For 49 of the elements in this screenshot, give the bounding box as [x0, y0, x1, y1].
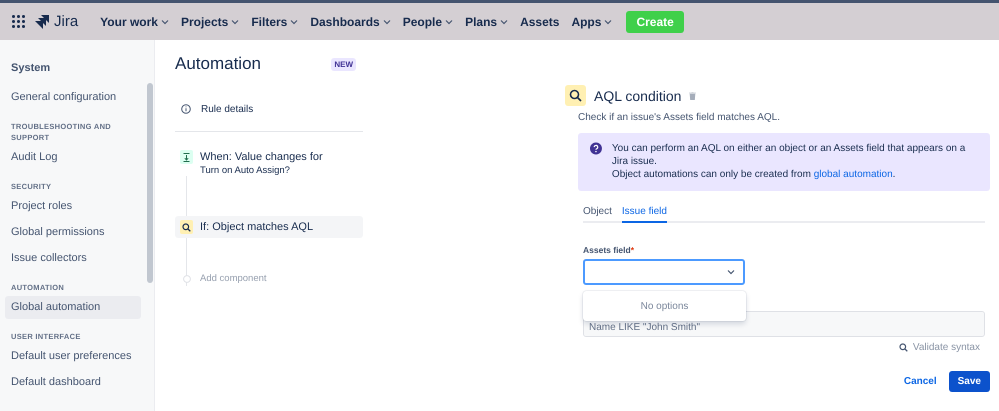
info-icon	[181, 104, 191, 114]
field-label: Assets field*	[583, 245, 636, 255]
save-button[interactable]: Save	[948, 371, 990, 392]
nav-menu[interactable]: Apps	[565, 6, 618, 36]
nav-menu[interactable]: Assets	[514, 6, 566, 36]
search-icon	[565, 85, 586, 106]
nav-menu[interactable]: Projects	[174, 6, 246, 36]
search-icon	[182, 222, 191, 232]
app-grid-icon[interactable]	[12, 15, 25, 28]
rule-step[interactable]: When: Value changes for Turn on Auto Assign?	[175, 146, 363, 182]
new-badge: NEW	[331, 58, 356, 70]
tab[interactable]: Issue field	[622, 206, 667, 223]
sidebar-item[interactable]: Audit Log	[5, 146, 141, 169]
sidebar-item[interactable]: Issue collectors	[5, 247, 141, 270]
logo-icon	[35, 14, 49, 28]
sidebar-item[interactable]: Default user preferences	[5, 345, 141, 368]
nav-menu[interactable]: Filters	[245, 6, 304, 36]
step-subtitle: Turn on Auto Assign?	[200, 164, 291, 178]
trash-icon[interactable]	[689, 92, 696, 100]
sidebar-item[interactable]: Global automation	[5, 296, 141, 319]
panel-description: Check if an issue's Assets field matches AQL.	[578, 112, 782, 123]
rule-step[interactable]: If: Object matches AQL	[175, 216, 363, 238]
step-title: Add component	[200, 272, 267, 286]
dropdown-menu: No options	[583, 291, 746, 321]
cancel-button[interactable]: Cancel	[898, 371, 943, 392]
global-automation-link[interactable]: global automation	[814, 169, 893, 180]
sidebar-item[interactable]: Global permissions	[5, 221, 141, 244]
step-title: If: Object matches AQL	[200, 220, 314, 234]
app-name[interactable]: Jira	[54, 13, 78, 30]
sidebar-item[interactable]: Default dashboard	[5, 371, 141, 394]
step-title: When: Value changes for	[200, 150, 323, 164]
info-text: You can perform an AQL on either an object or an Assets field that appears on a Jira issue. Object automations can only be created from global automation.	[612, 142, 966, 181]
page-title: Automation	[175, 54, 261, 74]
sidebar-item[interactable]: General configuration	[5, 86, 141, 109]
rule-details-item[interactable]: Rule details	[175, 87, 363, 132]
panel-title: AQL condition	[594, 88, 682, 104]
scrollbar[interactable]	[147, 83, 153, 283]
nav-menu[interactable]: People	[396, 6, 460, 36]
nav-menu[interactable]: Plans	[459, 6, 514, 36]
nav-menu[interactable]: Dashboards	[304, 6, 397, 36]
question-icon	[590, 142, 602, 155]
assets-field-select[interactable]	[583, 259, 745, 285]
trigger-icon	[183, 152, 190, 162]
sidebar-item[interactable]: Project roles	[5, 195, 141, 218]
tab[interactable]: Object	[583, 206, 612, 223]
sidebar-title: System	[10, 61, 52, 76]
nav-menu[interactable]: Your work	[94, 6, 175, 36]
search-icon	[898, 343, 908, 352]
chevron-down-icon	[727, 269, 735, 275]
